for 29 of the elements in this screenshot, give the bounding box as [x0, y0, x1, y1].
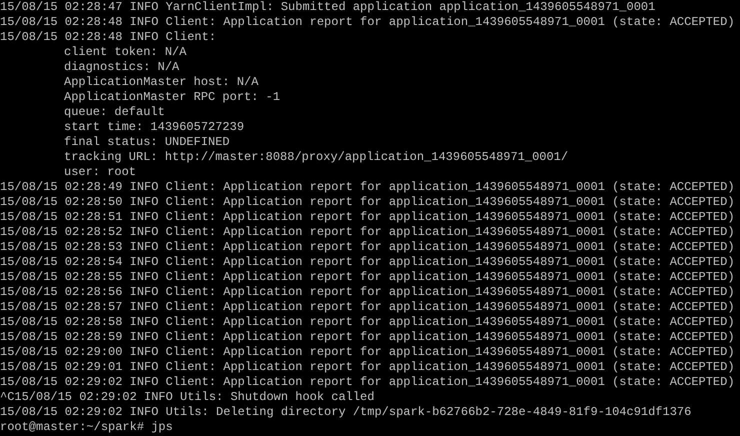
terminal-line: 15/08/15 02:28:55 INFO Client: Application report for application_1439605548971_0001 (state: ACCEPTED) [0, 270, 735, 285]
terminal-line: 15/08/15 02:28:53 INFO Client: Application report for application_1439605548971_0001 (state: ACCEPTED) [0, 240, 735, 255]
terminal-line: 15/08/15 02:28:48 INFO Client: Application report for application_1439605548971_0001 (state: ACCEPTED) [0, 15, 735, 30]
terminal-line: 15/08/15 02:29:02 INFO Utils: Deleting directory /tmp/spark-b62766b2-728e-4849-81f9-104c91df1376 [0, 405, 692, 420]
terminal-line: tracking URL: http://master:8088/proxy/application_1439605548971_0001/ [64, 150, 568, 165]
terminal-line: 15/08/15 02:28:51 INFO Client: Application report for application_1439605548971_0001 (state: ACCEPTED) [0, 210, 735, 225]
terminal-line: client token: N/A [64, 45, 186, 60]
terminal-line: user: root [64, 165, 136, 180]
terminal-line: 15/08/15 02:28:48 INFO Client: [0, 30, 216, 45]
terminal-line: 15/08/15 02:28:56 INFO Client: Application report for application_1439605548971_0001 (state: ACCEPTED) [0, 285, 735, 300]
terminal-line: 15/08/15 02:28:47 INFO YarnClientImpl: Submitted application application_1439605548971_0001 [0, 0, 656, 15]
terminal-line: 15/08/15 02:28:52 INFO Client: Application report for application_1439605548971_0001 (state: ACCEPTED) [0, 225, 735, 240]
terminal-line: ApplicationMaster host: N/A [64, 75, 258, 90]
terminal-line: 15/08/15 02:28:50 INFO Client: Application report for application_1439605548971_0001 (state: ACCEPTED) [0, 195, 735, 210]
terminal-line: diagnostics: N/A [64, 60, 180, 75]
terminal-line: queue: default [64, 105, 165, 120]
terminal-line: 15/08/15 02:28:59 INFO Client: Application report for application_1439605548971_0001 (state: ACCEPTED) [0, 330, 735, 345]
terminal-line: ApplicationMaster RPC port: -1 [64, 90, 280, 105]
terminal-line: root@master:~/spark# jps [0, 420, 173, 435]
terminal-line: 15/08/15 02:29:00 INFO Client: Application report for application_1439605548971_0001 (state: ACCEPTED) [0, 345, 735, 360]
terminal-line: final status: UNDEFINED [64, 135, 230, 150]
terminal-line: 15/08/15 02:29:02 INFO Client: Application report for application_1439605548971_0001 (state: ACCEPTED) [0, 375, 735, 390]
terminal-line: 15/08/15 02:28:58 INFO Client: Application report for application_1439605548971_0001 (state: ACCEPTED) [0, 315, 735, 330]
terminal-line: 15/08/15 02:28:54 INFO Client: Application report for application_1439605548971_0001 (state: ACCEPTED) [0, 255, 735, 270]
terminal-line: 15/08/15 02:28:49 INFO Client: Application report for application_1439605548971_0001 (state: ACCEPTED) [0, 180, 735, 195]
terminal-line: ^C15/08/15 02:29:02 INFO Utils: Shutdown hook called [0, 390, 374, 405]
terminal-line: 15/08/15 02:29:01 INFO Client: Application report for application_1439605548971_0001 (state: ACCEPTED) [0, 360, 735, 375]
terminal-line: start time: 1439605727239 [64, 120, 244, 135]
terminal-line: 15/08/15 02:28:57 INFO Client: Application report for application_1439605548971_0001 (state: ACCEPTED) [0, 300, 735, 315]
